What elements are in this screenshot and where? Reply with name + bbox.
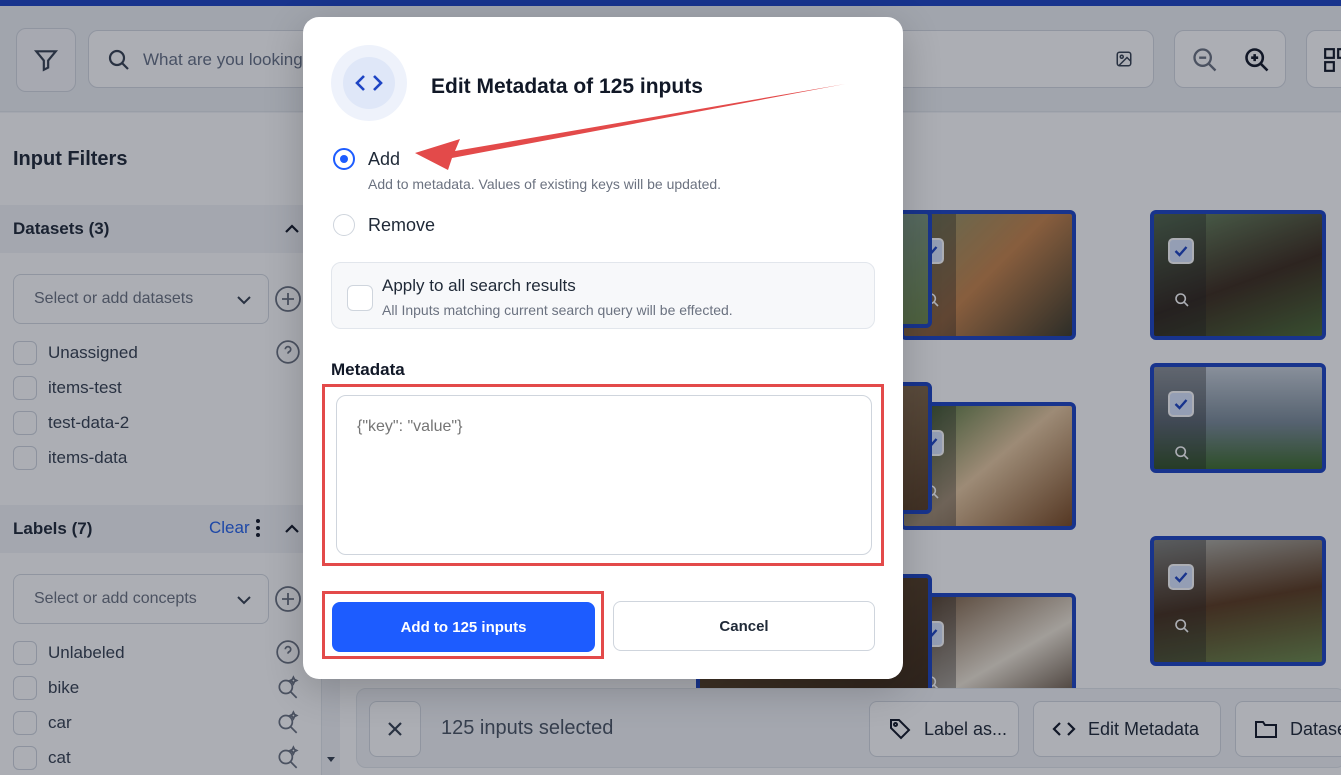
remove-radio[interactable]	[333, 214, 355, 236]
metadata-highlight-box	[322, 384, 884, 566]
metadata-textarea[interactable]	[336, 395, 872, 555]
code-icon	[355, 75, 383, 91]
apply-all-checkbox[interactable]	[347, 285, 373, 311]
cancel-button[interactable]: Cancel	[613, 601, 875, 651]
add-description: Add to metadata. Values of existing keys…	[368, 176, 722, 192]
add-radio-label[interactable]: Add	[368, 149, 400, 170]
apply-all-option[interactable]: Apply to all search results All Inputs m…	[331, 262, 875, 329]
modal-icon-badge	[331, 45, 407, 121]
edit-metadata-modal: Edit Metadata of 125 inputs Add Add to m…	[303, 17, 903, 679]
modal-title: Edit Metadata of 125 inputs	[431, 75, 703, 98]
submit-highlight-box: Add to 125 inputs	[322, 591, 604, 659]
remove-radio-label[interactable]: Remove	[368, 215, 435, 236]
apply-all-title: Apply to all search results	[382, 276, 576, 295]
metadata-label: Metadata	[331, 360, 405, 379]
add-radio[interactable]	[333, 148, 355, 170]
apply-all-description: All Inputs matching current search query…	[382, 302, 733, 318]
add-to-inputs-button[interactable]: Add to 125 inputs	[332, 602, 595, 652]
